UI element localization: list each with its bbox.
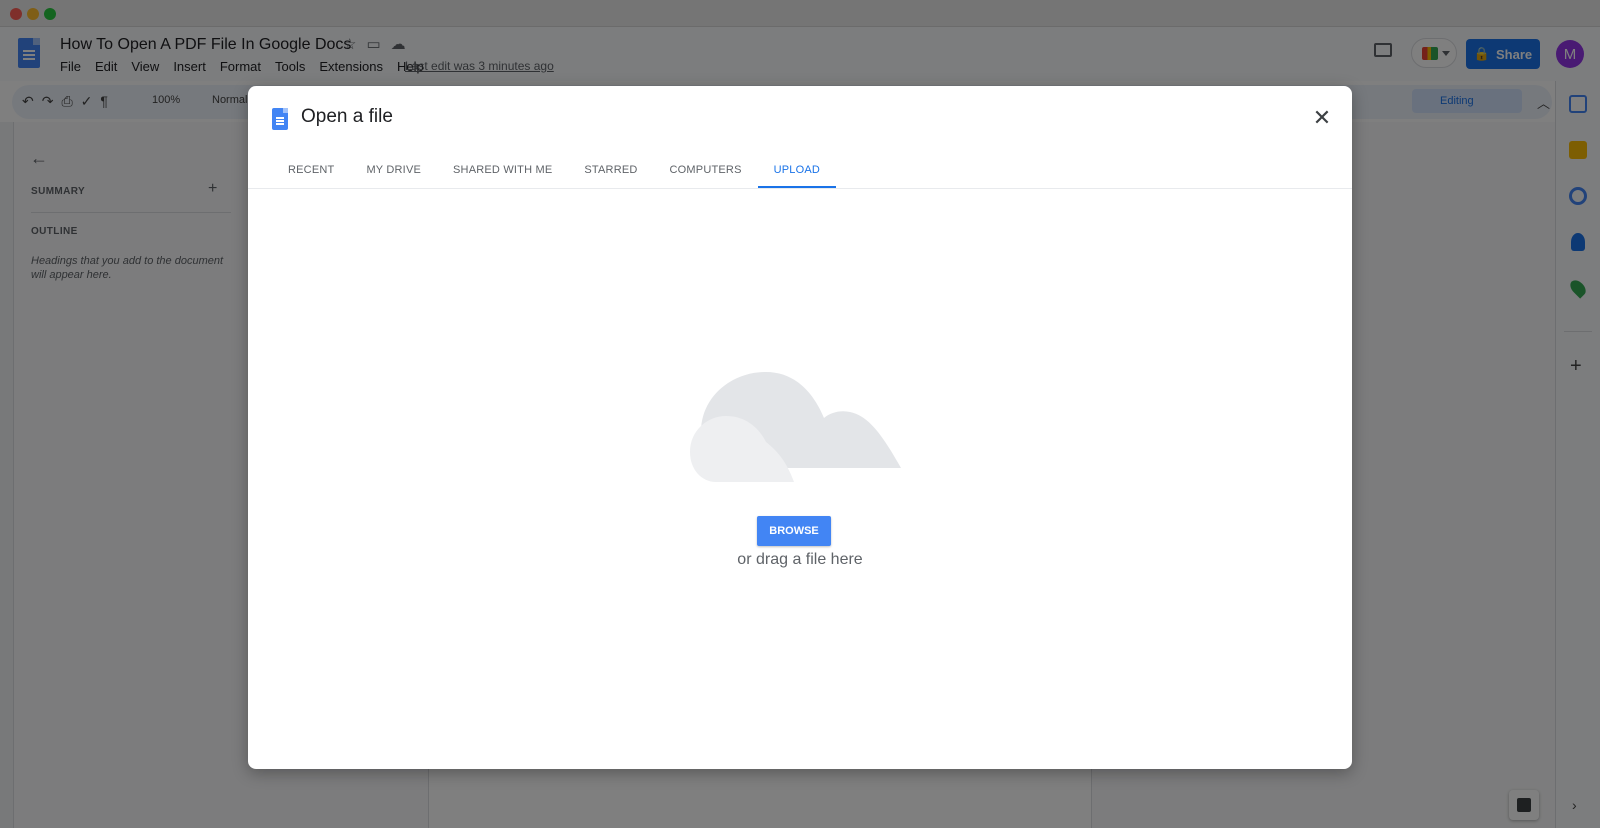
tab-starred[interactable]: STARRED	[568, 150, 653, 188]
dialog-title: Open a file	[301, 106, 393, 127]
drag-drop-hint: or drag a file here	[737, 551, 863, 568]
close-icon[interactable]: ✕	[1310, 106, 1334, 130]
cloud-illustration-icon	[690, 372, 901, 482]
tab-shared-with-me[interactable]: SHARED WITH ME	[437, 150, 568, 188]
tab-my-drive[interactable]: MY DRIVE	[350, 150, 437, 188]
docs-logo-icon	[272, 108, 288, 130]
browse-button[interactable]: BROWSE	[757, 516, 831, 546]
tab-computers[interactable]: COMPUTERS	[654, 150, 758, 188]
dialog-tabs: RECENT MY DRIVE SHARED WITH ME STARRED C…	[272, 150, 837, 188]
open-file-dialog: Open a file ✕ RECENT MY DRIVE SHARED WIT…	[248, 86, 1352, 769]
tabs-divider	[248, 188, 1352, 189]
tab-upload[interactable]: UPLOAD	[757, 150, 837, 188]
tab-recent[interactable]: RECENT	[272, 150, 350, 188]
